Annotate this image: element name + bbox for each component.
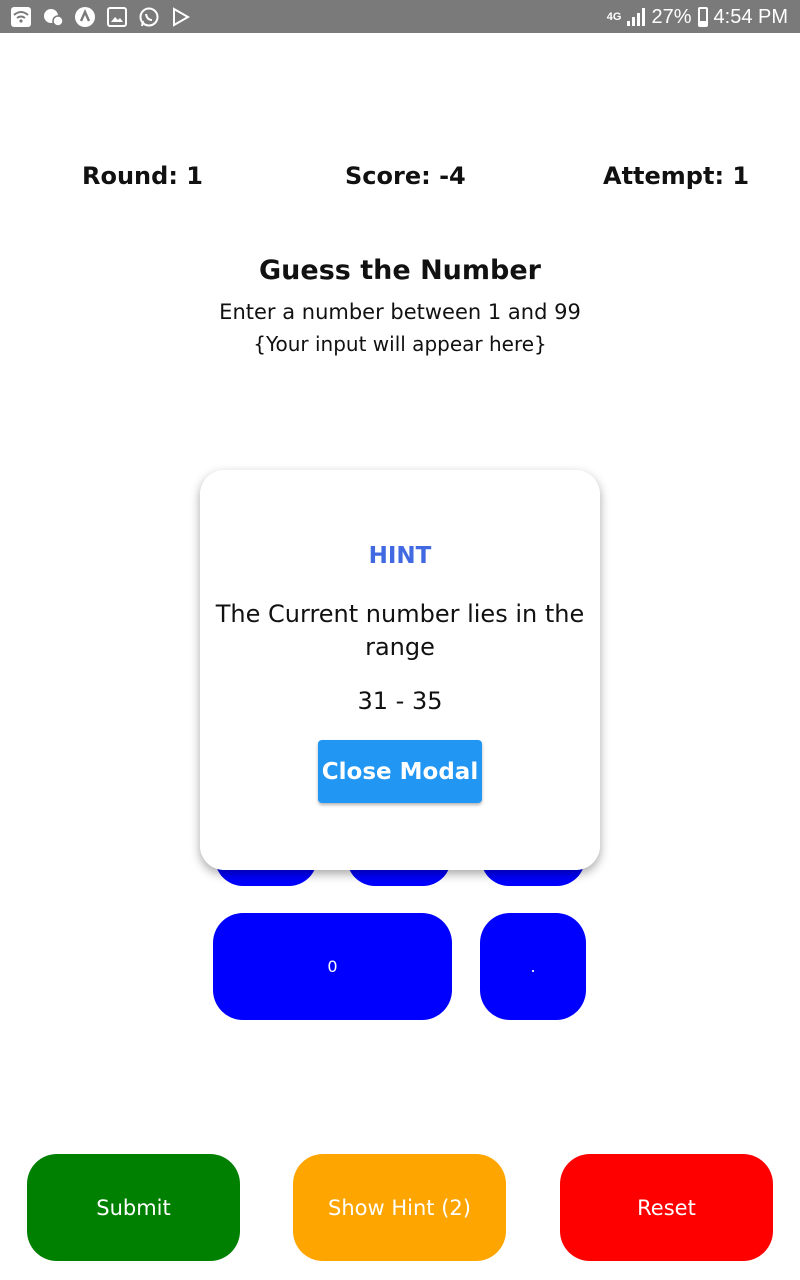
clock: 4:54 PM [713, 5, 788, 28]
modal-hint-range: 31 - 35 [357, 687, 443, 715]
keypad-key-zero[interactable]: 0 [213, 913, 452, 1020]
show-hint-button[interactable]: Show Hint (2) [293, 1154, 506, 1261]
submit-button[interactable]: Submit [27, 1154, 240, 1261]
status-right: 4G 27% 4:54 PM [607, 4, 788, 30]
instruction-text: Enter a number between 1 and 99 [219, 300, 581, 324]
reset-button[interactable]: Reset [560, 1154, 773, 1261]
signal-icon [627, 8, 646, 26]
status-bar: 4G 27% 4:54 PM [0, 0, 800, 33]
input-display: {Your input will appear here} [253, 332, 547, 356]
notification-icon [42, 6, 64, 28]
keypad-key-dot[interactable]: . [480, 913, 586, 1020]
app-icon [74, 6, 96, 28]
image-icon [106, 6, 128, 28]
hint-modal: HINT The Current number lies in the rang… [200, 470, 600, 870]
modal-title: HINT [368, 543, 432, 569]
round-counter: Round: 1 [82, 162, 203, 190]
play-store-icon [170, 6, 192, 28]
notification-icons [10, 6, 192, 28]
score-counter: Score: -4 [345, 162, 466, 190]
whatsapp-icon [138, 6, 160, 28]
page-title: Guess the Number [259, 255, 541, 286]
attempt-counter: Attempt: 1 [603, 162, 750, 190]
close-modal-button[interactable]: Close Modal [318, 740, 482, 803]
modal-hint-text: The Current number lies in the range [215, 600, 585, 661]
battery-icon [697, 7, 708, 27]
network-indicator: 4G [606, 11, 622, 23]
wifi-icon [10, 6, 32, 28]
battery-percent: 27% [651, 5, 692, 28]
